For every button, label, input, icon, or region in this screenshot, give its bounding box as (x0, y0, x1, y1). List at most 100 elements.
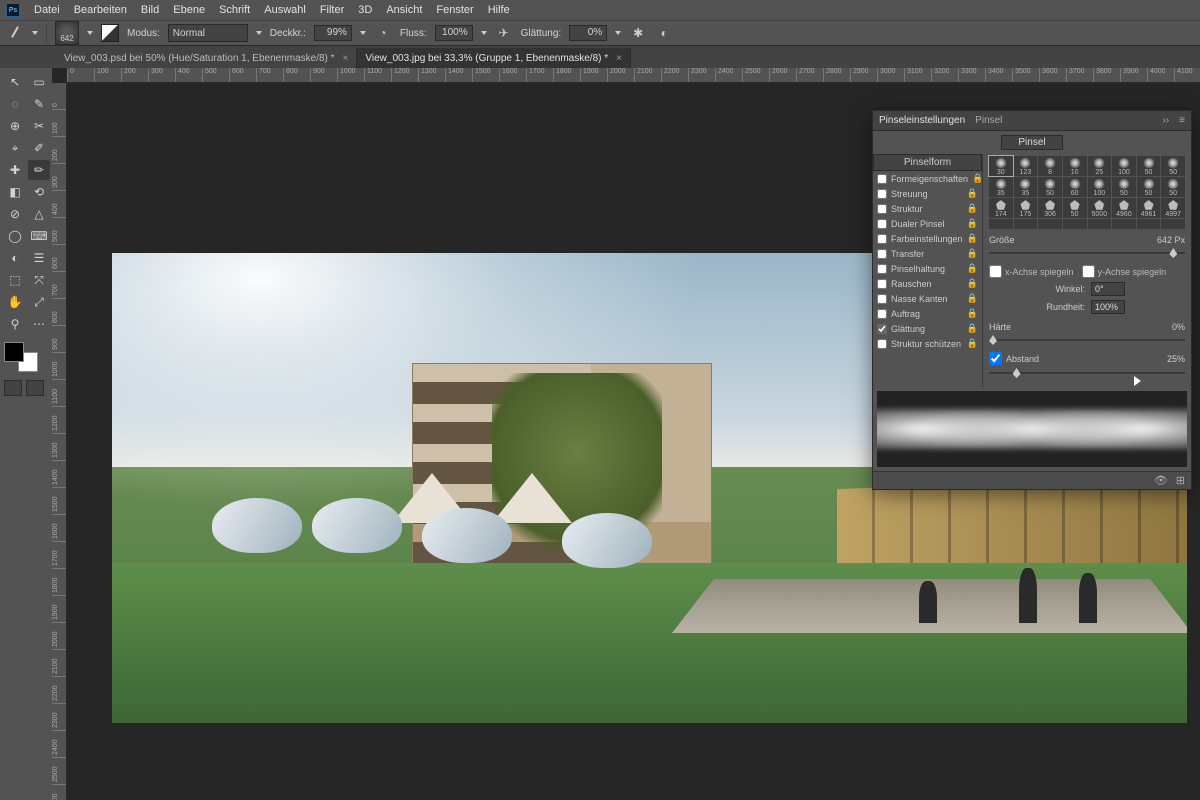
brush-thumbnail[interactable]: 50 (1161, 156, 1185, 176)
brush-thumbnail[interactable]: 25 (1088, 156, 1112, 176)
brush-thumbnail[interactable] (1137, 219, 1161, 229)
tool-preset-chevron-icon[interactable] (32, 31, 38, 35)
document-tab[interactable]: View_003.psd bei 50% (Hue/Saturation 1, … (56, 48, 357, 68)
brush-thumbnail-grid[interactable]: 3012381025100505035355060100505050174175… (989, 156, 1185, 229)
quickmask-icon[interactable] (4, 380, 22, 396)
color-swatch[interactable] (4, 342, 38, 372)
hand-tool-icon[interactable]: ✋ (4, 292, 26, 312)
size-value[interactable]: 642 Px (1157, 235, 1185, 245)
airbrush-icon[interactable]: ✈ (495, 24, 513, 42)
brush-property-item[interactable]: Transfer🔒 (873, 246, 982, 261)
flow-input[interactable]: 100% (435, 25, 473, 41)
history-brush-icon[interactable]: ⟲ (28, 182, 50, 202)
edit-toolbar-icon[interactable]: ⋯ (28, 314, 50, 334)
menu-item[interactable]: Ebene (173, 4, 205, 16)
pressure-size-icon[interactable]: ◐ (655, 24, 673, 42)
lock-icon[interactable]: 🔒 (967, 248, 978, 259)
eyedropper-tool-icon[interactable]: ✂ (28, 116, 50, 136)
brush-property-item[interactable]: Streuung🔒 (873, 186, 982, 201)
artboard-tool-icon[interactable]: ▭ (28, 72, 50, 92)
brush-thumbnail[interactable] (1088, 219, 1112, 229)
brush-thumbnail[interactable] (1014, 219, 1038, 229)
frame-tool-icon[interactable]: ⌖ (4, 138, 26, 158)
brush-property-item[interactable]: Rauschen🔒 (873, 276, 982, 291)
brush-thumbnail[interactable]: 306 (1038, 198, 1062, 218)
menu-item[interactable]: Auswahl (264, 4, 306, 16)
pen-tool-icon[interactable]: ◐ (4, 248, 26, 268)
lock-icon[interactable]: 🔒 (967, 308, 978, 319)
flip-x-checkbox[interactable]: x-Achse spiegeln (989, 265, 1074, 278)
brush-thumbnail[interactable]: 50 (1161, 177, 1185, 197)
screenmode-icon[interactable] (26, 380, 44, 396)
brush-property-item[interactable]: Auftrag🔒 (873, 306, 982, 321)
lock-icon[interactable]: 🔒 (967, 203, 978, 214)
lock-icon[interactable]: 🔒 (967, 293, 978, 304)
brush-thumbnail[interactable]: 50 (1038, 177, 1062, 197)
heal-tool-icon[interactable]: ✚ (4, 160, 26, 180)
brush-thumbnail[interactable]: 5000 (1088, 198, 1112, 218)
shape-tool-icon[interactable]: ⤧ (28, 270, 50, 290)
spacing-slider[interactable] (989, 367, 1185, 379)
panel-tab-brush-settings[interactable]: Pinseleinstellungen (879, 115, 965, 126)
brush-property-item[interactable]: Nasse Kanten🔒 (873, 291, 982, 306)
brush-property-item[interactable]: Struktur schützen🔒 (873, 336, 982, 351)
collapse-icon[interactable]: ›› (1162, 115, 1169, 126)
smoothing-input[interactable]: 0% (569, 25, 607, 41)
brush-thumbnail[interactable]: 4960 (1112, 198, 1136, 218)
brush-property-item[interactable]: Formeigenschaften🔒 (873, 171, 982, 186)
brush-thumbnail[interactable] (989, 219, 1013, 229)
pressure-opacity-icon[interactable]: ◔ (374, 24, 392, 42)
brush-thumbnail[interactable]: 60 (1063, 177, 1087, 197)
panel-tab-brushes[interactable]: Pinsel (975, 115, 1002, 126)
menu-item[interactable]: Hilfe (488, 4, 510, 16)
lock-icon[interactable]: 🔒 (967, 233, 978, 244)
brush-tool-icon[interactable] (6, 24, 24, 42)
brush-thumbnail[interactable]: 50 (1112, 177, 1136, 197)
brush-thumbnail[interactable]: 50 (1063, 198, 1087, 218)
flip-y-checkbox[interactable]: y-Achse spiegeln (1082, 265, 1167, 278)
spacing-checkbox[interactable]: Abstand (989, 352, 1039, 365)
brush-thumbnail[interactable]: 4961 (1137, 198, 1161, 218)
blend-mode-select[interactable]: Normal (168, 24, 248, 42)
menu-item[interactable]: 3D (358, 4, 372, 16)
brush-property-item[interactable]: Farbeinstellungen🔒 (873, 231, 982, 246)
angle-input[interactable] (1091, 282, 1125, 296)
crop-tool-icon[interactable]: ⊕ (4, 116, 26, 136)
brush-thumbnail[interactable]: 4997 (1161, 198, 1185, 218)
eraser-tool-icon[interactable]: ⊘ (4, 204, 26, 224)
chevron-down-icon[interactable] (360, 31, 366, 35)
menu-item[interactable]: Schrift (219, 4, 250, 16)
roundness-input[interactable] (1091, 300, 1125, 314)
foreground-color-icon[interactable] (4, 342, 24, 362)
brushes-button[interactable]: Pinsel (1001, 135, 1062, 150)
chevron-down-icon[interactable] (256, 31, 262, 35)
brush-thumbnail[interactable] (1161, 219, 1185, 229)
brush-thumbnail[interactable] (1063, 219, 1087, 229)
dodge-tool-icon[interactable]: ⌨ (28, 226, 50, 246)
menu-item[interactable]: Datei (34, 4, 60, 16)
menu-item[interactable]: Filter (320, 4, 344, 16)
hardness-slider[interactable] (989, 334, 1185, 346)
brush-tip-shape-header[interactable]: Pinselform (873, 154, 982, 171)
lock-icon[interactable]: 🔒 (967, 323, 978, 334)
move-tool-icon[interactable]: ↖ (4, 72, 26, 92)
brush-thumbnail[interactable]: 30 (989, 156, 1013, 176)
brush-thumbnail[interactable]: 100 (1088, 177, 1112, 197)
lock-icon[interactable]: 🔒 (967, 338, 978, 349)
opacity-input[interactable]: 99% (314, 25, 352, 41)
path-select-icon[interactable]: ⬚ (4, 270, 26, 290)
menu-item[interactable]: Bild (141, 4, 159, 16)
brush-property-item[interactable]: Glättung🔒 (873, 321, 982, 336)
brush-thumbnail[interactable]: 50 (1137, 156, 1161, 176)
rotate-view-icon[interactable]: ⤢ (28, 292, 50, 312)
stamp-tool-icon[interactable]: ◧ (4, 182, 26, 202)
lasso-tool-icon[interactable]: ◌ (4, 94, 26, 114)
new-brush-icon[interactable]: ⊞ (1176, 474, 1185, 487)
lock-icon[interactable]: 🔒 (972, 173, 983, 184)
gradient-tool-icon[interactable]: △ (28, 204, 50, 224)
brush-thumbnail[interactable]: 174 (989, 198, 1013, 218)
quick-select-tool-icon[interactable]: ✎ (28, 94, 50, 114)
close-icon[interactable]: × (616, 53, 622, 64)
lock-icon[interactable]: 🔒 (967, 263, 978, 274)
lock-icon[interactable]: 🔒 (967, 218, 978, 229)
